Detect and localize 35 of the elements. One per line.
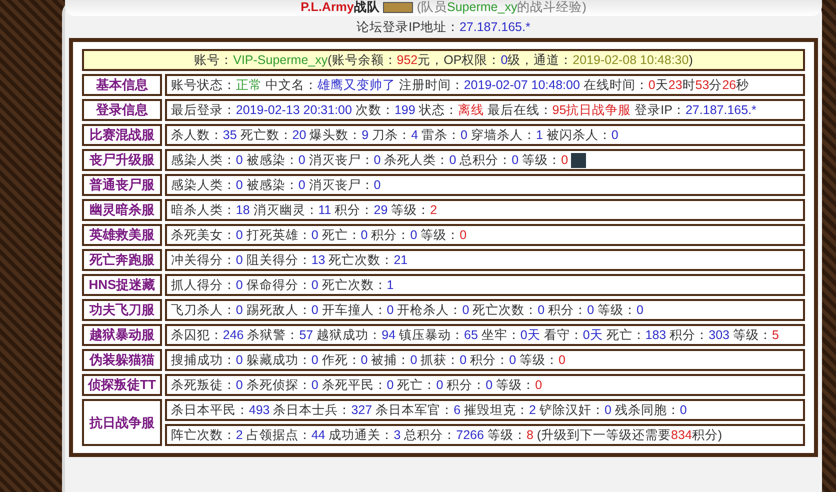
member-note: (队员Superme_xy的战斗经验): [416, 0, 586, 14]
stats-cell: 杀死美女：0 打死英雄：0 死亡：0 积分：0 等级：0: [164, 224, 805, 246]
team-suffix: 战队: [354, 0, 380, 14]
section-label-cell: 抗日战争服: [82, 399, 162, 446]
section-label-cell: 比赛混战服: [82, 124, 162, 146]
stats-cell: 阵亡次数：2 占领据点：44 成功通关：3 总积分：7266 等级：8 (升级到下一等级还需要834积分): [164, 424, 805, 446]
section-label-cell: 丧尸升级服: [82, 149, 162, 171]
section-label-cell: HNS捉迷藏: [82, 274, 162, 296]
stats-cell: 暗杀人类：18 消灭幽灵：11 积分：29 等级：2: [164, 199, 805, 221]
stats-cell: 最后登录：2019-02-13 20:31:00 次数：199 状态：离线 最后在线：95抗日战争服 登录IP：27.187.165.*: [164, 99, 805, 121]
stats-cell: 感染人类：0 被感染：0 消灭丧尸：0: [164, 174, 805, 196]
account-header-cell: 账号：VIP-Superme_xy(账号余额：952元，OP权限：0级，通道：2019-02-08 10:48:30): [82, 49, 805, 71]
section-label-cell: 越狱暴动服: [82, 324, 162, 346]
stats-cell: 账号状态：正常 中文名：雄鹰又变帅了 注册时间：2019-02-07 10:48:00 在线时间：0天23时53分26秒: [164, 74, 805, 96]
section-label-cell: 功夫飞刀服: [82, 299, 162, 321]
section-label-cell: 伪装躲猫猫: [82, 349, 162, 371]
stats-cell: 搜捕成功：0 躲藏成功：0 作死：0 被捕：0 抓获：0 积分：0 等级：0: [164, 349, 805, 371]
team-name: P.L.Army: [300, 0, 354, 14]
section-label-cell: 侦探叛徒TT: [82, 374, 162, 396]
section-label-cell: 英雄救美服: [82, 224, 162, 246]
section-label-cell: 死亡奔跑服: [82, 249, 162, 271]
section-label-cell: 幽灵暗杀服: [82, 199, 162, 221]
stats-cell: 杀人数：35 死亡数：20 爆头数：9 刀杀：4 雷杀：0 穿墙杀人：1 被闪杀人：0: [164, 124, 805, 146]
stats-cell: 杀日本平民：493 杀日本士兵：327 杀日本军官：6 摧毁坦克：2 铲除汉奸：0 残杀同胞：0: [164, 399, 805, 421]
stats-cell: 飞刀杀人：0 踢死敌人：0 开车撞人：0 开枪杀人：0 死亡次数：0 积分：0 等级：0: [164, 299, 805, 321]
stats-cell: 感染人类：0 被感染：0 消灭丧尸：0 杀死人类：0 总积分：0 等级：0: [164, 149, 805, 171]
forum-ip-text: 论坛登录IP地址：27.187.165.*: [356, 20, 530, 34]
stats-cell: 杀囚犯：246 杀狱警：57 越狱成功：94 镇压暴动：65 坐牢：0天 看守：0天 死亡：183 积分：303 等级：5: [164, 324, 805, 346]
section-label-cell: 普通丧尸服: [82, 174, 162, 196]
stats-cell: 抓人得分：0 保命得分：0 死亡次数：1: [164, 274, 805, 296]
stats-cell: 冲关得分：0 阻关得分：13 死亡次数：21: [164, 249, 805, 271]
section-label-cell: 基本信息: [82, 74, 162, 96]
section-label-cell: 登录信息: [82, 99, 162, 121]
team-logo-placeholder: [383, 2, 414, 14]
stats-cell: 杀死叛徒：0 杀死侦探：0 杀死平民：0 死亡：0 积分：0 等级：0: [164, 374, 805, 396]
